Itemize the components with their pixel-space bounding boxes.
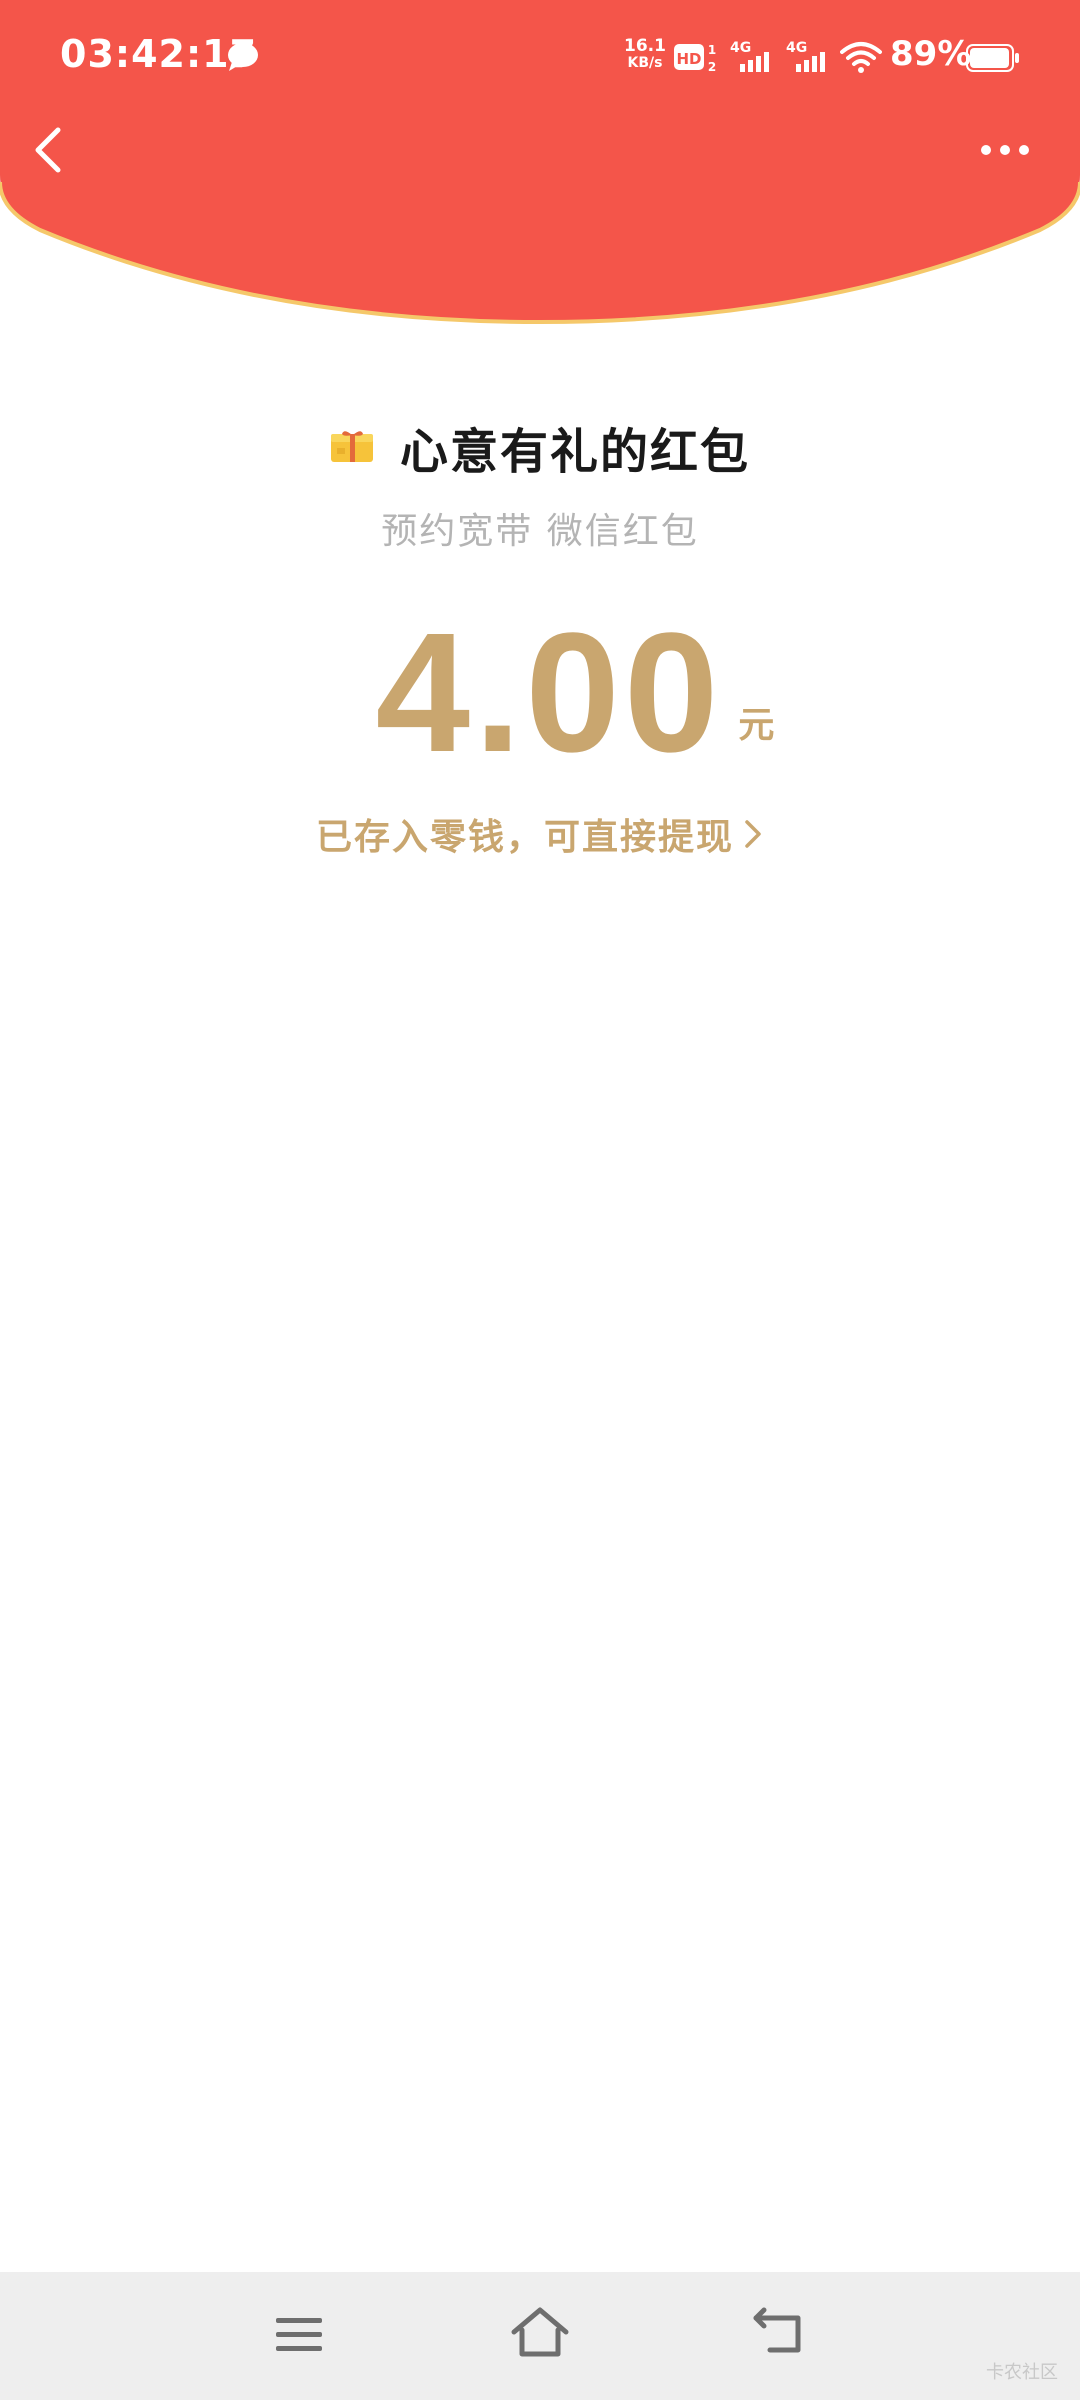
back-icon[interactable] xyxy=(750,2306,808,2360)
battery-percent: 89% xyxy=(890,34,972,74)
hd-volte-icon: HD 1 2 xyxy=(674,43,716,74)
chat-bubble-icon xyxy=(228,43,258,71)
home-icon[interactable] xyxy=(508,2304,572,2362)
currency-unit: 元 xyxy=(738,705,775,746)
network-speed-value: 16.1 xyxy=(624,36,666,56)
envelope-subtitle: 预约宽带 微信红包 xyxy=(381,511,699,552)
svg-text:HD: HD xyxy=(676,50,701,68)
signal-4g-icon: 4G xyxy=(786,40,825,72)
wifi-icon xyxy=(840,42,882,73)
system-nav-bar xyxy=(0,2272,1080,2400)
signal-2-label: 4G xyxy=(786,40,807,56)
red-packet-detail-page: 03:42:17 16.1 KB/s HD 1 2 4G 4G 89% 心意有礼… xyxy=(0,0,1080,2400)
envelope-title: 心意有礼的红包 xyxy=(399,424,750,480)
network-speed-unit: KB/s xyxy=(627,55,663,71)
signal-1-label: 4G xyxy=(730,40,751,56)
svg-text:2: 2 xyxy=(708,60,716,74)
stored-to-balance-link[interactable]: 已存入零钱，可直接提现 xyxy=(0,808,1080,860)
menu-icon[interactable] xyxy=(272,2310,328,2360)
chevron-left-icon xyxy=(35,127,61,173)
more-button[interactable] xyxy=(970,130,1040,170)
amount-value: 4.00 xyxy=(375,598,723,788)
stored-message: 已存入零钱，可直接提现 xyxy=(315,817,734,858)
watermark: 卡农社区 xyxy=(986,2362,1058,2383)
battery-icon xyxy=(966,44,1019,72)
more-dots-icon xyxy=(981,145,1029,155)
signal-4g-icon: 4G xyxy=(730,40,769,72)
amount-row: 4.00 元 xyxy=(0,608,1080,778)
envelope-title-row: 心意有礼的红包 xyxy=(0,412,1080,482)
network-speed: 16.1 KB/s xyxy=(622,38,668,72)
svg-text:1: 1 xyxy=(708,43,716,57)
chevron-right-icon xyxy=(745,820,761,848)
status-bar: 03:42:17 16.1 KB/s HD 1 2 4G 4G 89% xyxy=(0,0,1080,118)
gift-box-icon xyxy=(330,431,373,462)
back-button[interactable] xyxy=(22,118,82,182)
